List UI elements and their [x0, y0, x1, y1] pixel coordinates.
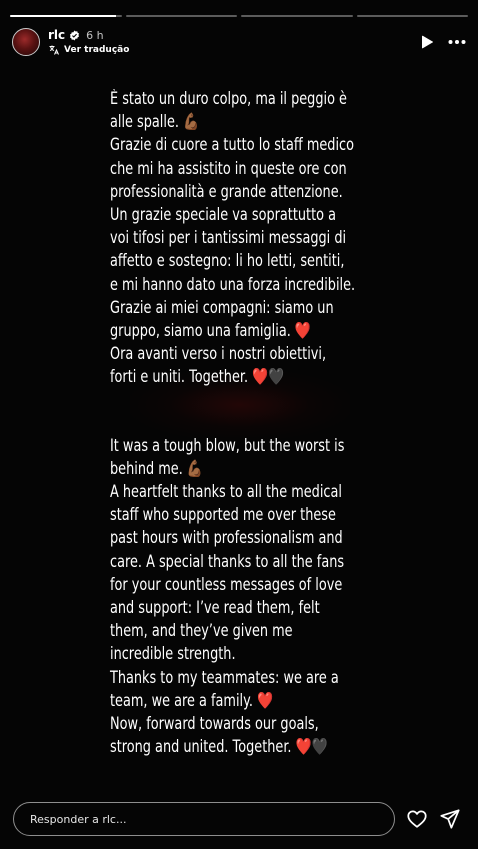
italian-message: È stato un duro colpo, ma il peggio è all… — [110, 87, 375, 389]
reply-placeholder: Responder a rlc... — [30, 812, 127, 826]
username[interactable]: rlc — [48, 28, 65, 42]
progress-segment — [356, 15, 468, 17]
text-line: che mi ha assistito in queste ore con — [110, 158, 347, 178]
text-line: and support: I’ve read them, felt — [110, 598, 320, 618]
play-icon[interactable] — [420, 35, 434, 49]
text-line: affetto e sostegno: li ho letti, sentiti… — [110, 251, 345, 271]
text-line: È stato un duro colpo, ma il peggio è — [110, 89, 347, 108]
text-line: Grazie di cuore a tutto lo staff medico — [110, 135, 354, 155]
text-line: past hours with professionalism and — [110, 528, 343, 548]
verified-badge-icon — [69, 29, 80, 41]
text-line: for your countless messages of love — [110, 574, 343, 594]
text-line: incredible strength. — [110, 644, 236, 664]
avatar[interactable] — [12, 28, 40, 56]
translate-link[interactable]: Ver tradução — [48, 44, 129, 56]
text-line: Ora avanti verso i nostri obiettivi, — [110, 344, 327, 364]
text-line: voi tifosi per i tantissimi messaggi di — [110, 228, 347, 248]
text-line: gruppo, siamo una famiglia. ❤️ — [110, 321, 311, 341]
text-line: strong and united. Together. ❤️🖤 — [110, 737, 328, 757]
text-line: staff who supported me over these — [110, 505, 336, 525]
progress-fill — [10, 15, 116, 17]
text-line: Thanks to my teammates: we are a — [110, 667, 339, 687]
story-viewer: rlc 6 h Ver tradução È stato un duro col… — [0, 0, 478, 849]
text-line: forti e uniti. Together. ❤️🖤 — [110, 367, 285, 387]
story-progress-bar — [10, 15, 468, 18]
heart-icon[interactable] — [406, 808, 428, 830]
text-line: professionalità e grande attenzione. — [110, 181, 343, 201]
story-header: rlc 6 h Ver tradução — [12, 26, 466, 58]
text-line: care. A special thanks to all the fans — [110, 551, 345, 571]
send-icon[interactable] — [439, 808, 461, 830]
text-line: team, we are a family. ❤️ — [110, 690, 274, 710]
progress-segment — [10, 15, 122, 17]
text-line: It was a tough blow, but the worst is — [110, 435, 345, 455]
text-line: Grazie ai miei compagni: siamo un — [110, 297, 334, 317]
progress-segment — [125, 15, 237, 17]
story-text: È stato un duro colpo, ma il peggio è all… — [110, 87, 375, 758]
text-line: behind me. 💪🏾 — [110, 458, 203, 478]
reply-input[interactable]: Responder a rlc... — [13, 802, 395, 836]
progress-segment — [241, 15, 353, 17]
more-icon[interactable] — [448, 39, 466, 45]
text-line: alle spalle. 💪🏾 — [110, 112, 200, 132]
translate-icon — [48, 44, 60, 56]
post-time: 6 h — [86, 28, 104, 42]
text-line: A heartfelt thanks to all the medical — [110, 482, 342, 502]
text-line: Un grazie speciale va soprattutto a — [110, 205, 336, 225]
text-line: them, and they’ve given me — [110, 621, 293, 641]
story-meta: rlc 6 h Ver tradução — [48, 28, 129, 56]
english-message: It was a tough blow, but the worst is beh… — [110, 434, 375, 759]
translate-label: Ver tradução — [64, 45, 130, 55]
text-line: Now, forward towards our goals, — [110, 714, 319, 734]
text-line: e mi hanno dato una forza incredibile. — [110, 274, 356, 294]
